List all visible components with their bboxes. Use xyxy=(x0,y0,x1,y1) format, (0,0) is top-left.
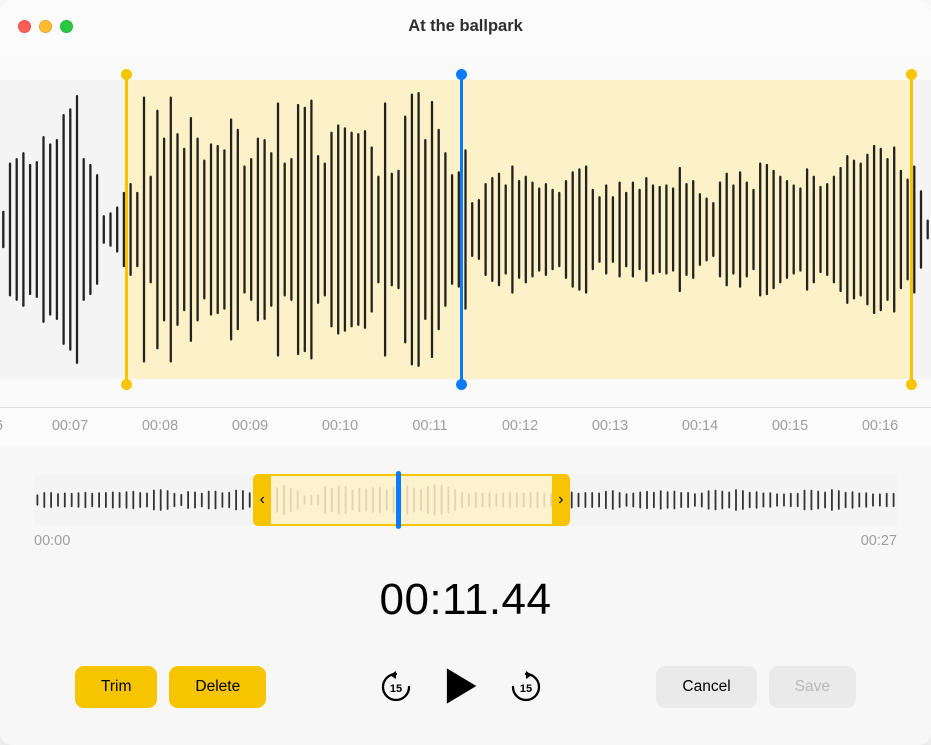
save-button[interactable]: Save xyxy=(769,666,856,708)
skip-forward-button[interactable]: 15 xyxy=(509,670,543,704)
skip-back-15-icon: 15 xyxy=(379,670,413,704)
minimize-button[interactable] xyxy=(39,20,52,33)
overview-end-time: 00:27 xyxy=(861,533,897,549)
chevron-right-icon: › xyxy=(558,491,563,509)
current-timecode: 00:11.44 xyxy=(0,575,931,625)
time-tick: 6 xyxy=(0,418,3,434)
delete-button[interactable]: Delete xyxy=(169,666,266,708)
time-tick: 00:10 xyxy=(322,418,358,434)
overview-waveform[interactable]: ‹ › xyxy=(34,475,897,525)
playhead[interactable] xyxy=(460,74,463,385)
time-tick: 00:11 xyxy=(412,418,447,434)
overview-area: ‹ › 00:00 00:27 xyxy=(0,475,931,549)
window-title: At the ballpark xyxy=(0,17,931,36)
overview-start-time: 00:00 xyxy=(34,533,70,549)
toolbar: Trim Delete 15 xyxy=(0,665,931,709)
main-waveform xyxy=(0,80,931,379)
play-button[interactable] xyxy=(443,666,479,709)
editor-window: At the ballpark 6 00:07 00:08 00:09 00:10 00:… xyxy=(0,0,931,745)
svg-text:15: 15 xyxy=(520,683,532,695)
skip-forward-15-icon: 15 xyxy=(509,670,543,704)
window-controls xyxy=(18,20,73,33)
overview-trim-end-handle[interactable]: › xyxy=(552,474,570,526)
time-ruler: 6 00:07 00:08 00:09 00:10 00:11 00:12 00:13 00:1… xyxy=(0,407,931,447)
skip-back-button[interactable]: 15 xyxy=(379,670,413,704)
main-waveform-area[interactable] xyxy=(0,52,931,407)
time-tick: 00:15 xyxy=(772,418,808,434)
time-tick: 00:14 xyxy=(682,418,718,434)
time-tick: 00:12 xyxy=(502,418,538,434)
time-tick: 00:07 xyxy=(52,418,88,434)
time-tick: 00:13 xyxy=(592,418,628,434)
overview-trim-start-handle[interactable]: ‹ xyxy=(253,474,271,526)
play-icon xyxy=(443,666,479,709)
time-tick: 00:09 xyxy=(232,418,268,434)
overview-selection xyxy=(271,474,551,526)
overview-playhead[interactable] xyxy=(396,471,401,529)
titlebar[interactable]: At the ballpark xyxy=(0,0,931,52)
trim-button[interactable]: Trim xyxy=(75,666,157,708)
trim-start-handle[interactable] xyxy=(125,74,128,385)
time-tick: 00:08 xyxy=(142,418,178,434)
cancel-button[interactable]: Cancel xyxy=(656,666,756,708)
fullscreen-button[interactable] xyxy=(60,20,73,33)
chevron-left-icon: ‹ xyxy=(260,491,265,509)
time-tick: 00:16 xyxy=(862,418,898,434)
trim-end-handle[interactable] xyxy=(910,74,913,385)
svg-text:15: 15 xyxy=(390,683,402,695)
close-button[interactable] xyxy=(18,20,31,33)
